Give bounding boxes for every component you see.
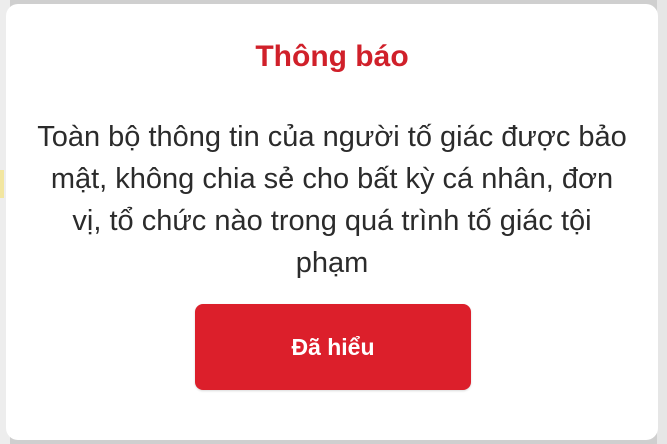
screen: Thông báo Toàn bộ thông tin của người tố… <box>0 0 667 444</box>
background-right-edge <box>657 0 667 444</box>
background-accent <box>0 170 4 198</box>
dialog-title: Thông báo <box>255 40 409 73</box>
notice-dialog: Thông báo Toàn bộ thông tin của người tố… <box>6 4 658 440</box>
understood-button[interactable]: Đã hiểu <box>195 304 471 390</box>
dialog-message: Toàn bộ thông tin của người tố giác được… <box>37 121 627 279</box>
